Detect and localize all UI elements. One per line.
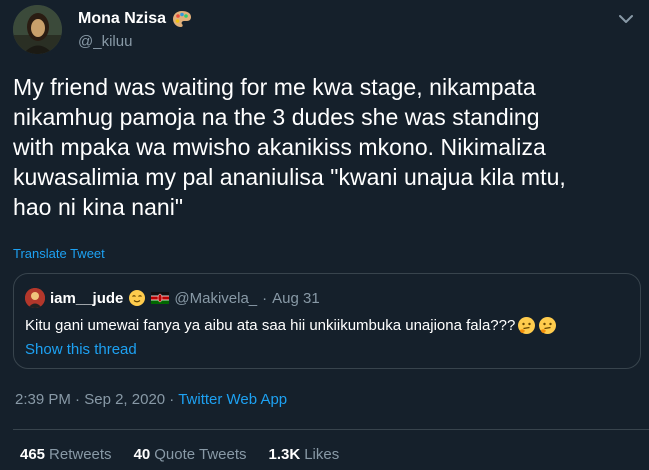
translate-tweet-link[interactable]: Translate Tweet — [13, 246, 105, 261]
author-avatar[interactable] — [13, 5, 62, 54]
quoted-tweet[interactable]: iam__jude @Makivela_ · Aug 31 Kitu gani … — [13, 273, 641, 369]
tweet-header: Mona Nzisa @_kiluu — [13, 0, 635, 60]
quoted-author-handle: @Makivela_ — [174, 289, 258, 307]
thinking-face-icon — [539, 317, 557, 334]
quoted-tweet-date: Aug 31 — [272, 289, 320, 307]
separator-dot: · — [262, 289, 268, 307]
likes-label: Likes — [304, 446, 340, 463]
show-thread-link[interactable]: Show this thread — [25, 341, 137, 358]
tweet-text: My friend was waiting for me kwa stage, … — [13, 74, 566, 220]
quoted-author-name: iam__jude — [50, 289, 124, 307]
separator-dot: · — [169, 391, 175, 408]
tweet-metadata: 2:39 PM · Sep 2, 2020 · Twitter Web App — [15, 391, 287, 408]
likes-count: 1.3K — [268, 446, 301, 463]
quote-tweets-stat[interactable]: 40 Quote Tweets — [134, 446, 247, 463]
quote-tweets-count: 40 — [133, 446, 151, 463]
artist-palette-icon — [173, 11, 192, 27]
relieved-face-icon — [129, 290, 146, 306]
thinking-face-icon — [518, 317, 536, 334]
likes-stat[interactable]: 1.3K Likes — [269, 446, 340, 463]
quoted-author-avatar — [25, 288, 45, 308]
quote-tweets-label: Quote Tweets — [154, 446, 247, 463]
avatar-image — [13, 5, 62, 54]
engagement-stats: 465 Retweets 40 Quote Tweets 1.3K Likes — [20, 446, 339, 463]
retweets-stat[interactable]: 465 Retweets — [20, 446, 112, 463]
separator-dot: · — [75, 391, 81, 408]
retweets-label: Retweets — [49, 446, 112, 463]
kenya-flag-icon — [151, 292, 170, 304]
author-name[interactable]: Mona Nzisa — [78, 10, 166, 28]
tweet-source-link[interactable]: Twitter Web App — [178, 391, 287, 408]
quoted-tweet-text: Kitu gani umewai fanya ya aibu ata saa h… — [25, 317, 516, 334]
divider — [13, 429, 649, 430]
tweet-time[interactable]: 2:39 PM — [15, 391, 71, 408]
tweet-date[interactable]: Sep 2, 2020 — [84, 391, 165, 408]
avatar-image — [25, 288, 45, 308]
chevron-down-icon[interactable] — [619, 14, 633, 24]
retweets-count: 465 — [20, 446, 46, 463]
author-handle[interactable]: @_kiluu — [78, 33, 132, 50]
